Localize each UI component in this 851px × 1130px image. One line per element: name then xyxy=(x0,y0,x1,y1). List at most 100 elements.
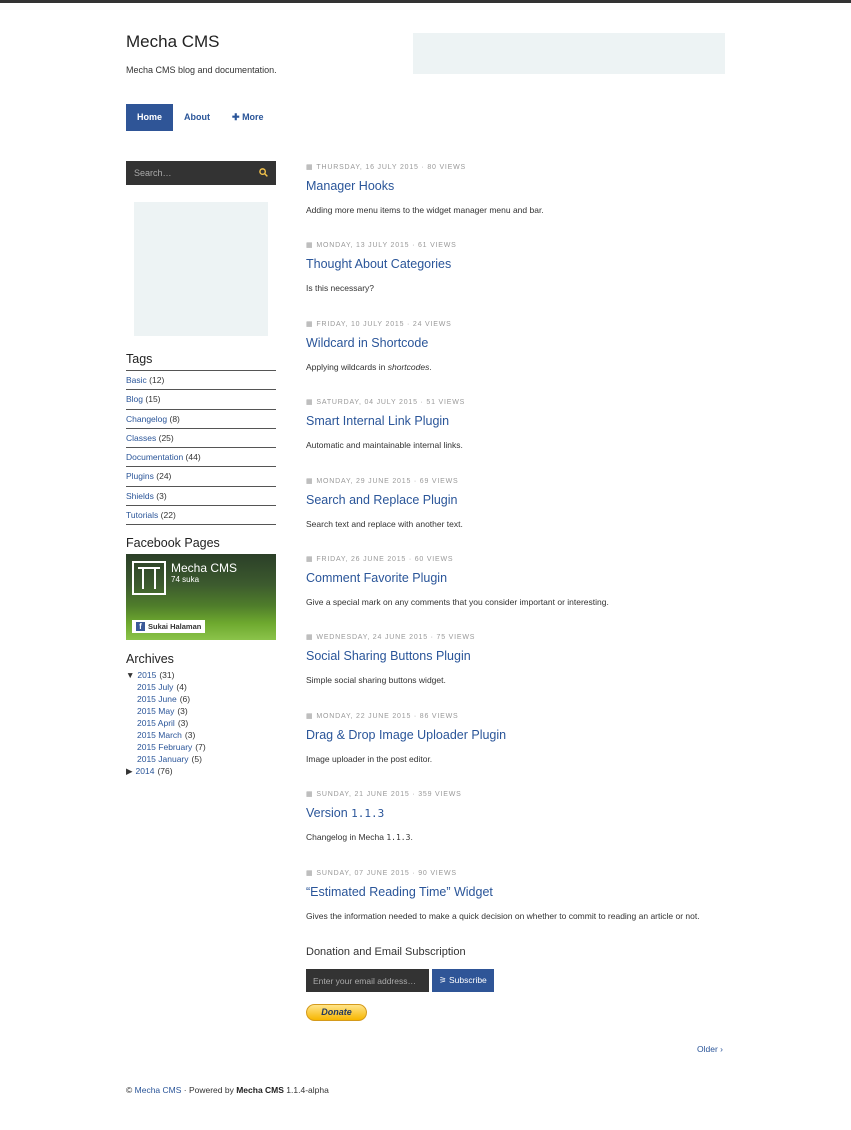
tag-link[interactable]: Changelog xyxy=(126,414,167,424)
search-icon[interactable] xyxy=(250,167,276,179)
subscribe-label: Subscribe xyxy=(448,975,487,985)
search-input[interactable] xyxy=(126,168,244,178)
archives-title: Archives xyxy=(126,652,174,666)
tag-link[interactable]: Basic xyxy=(126,375,147,385)
post-meta: ▦ Monday, 22 June 2015 · 86 Views xyxy=(306,712,726,721)
subscribe-button[interactable]: ⚞ Subscribe xyxy=(432,969,494,992)
older-posts-link[interactable]: Older › xyxy=(697,1044,723,1054)
archive-month-link[interactable]: 2015 March xyxy=(137,729,182,741)
nav-about[interactable]: About xyxy=(173,104,221,131)
archive-count: (3) xyxy=(184,730,196,740)
archive-month-link[interactable]: 2015 May xyxy=(137,705,174,717)
post-item: ▦ Monday, 29 June 2015 · 69 Views Search … xyxy=(306,477,726,530)
email-field[interactable] xyxy=(306,969,429,992)
archive-month: 2015 March (3) xyxy=(137,729,276,741)
archive-month-link[interactable]: 2015 February xyxy=(137,741,192,753)
post-item: ▦ Friday, 26 June 2015 · 60 Views Comment… xyxy=(306,555,726,608)
calendar-icon: ▦ xyxy=(306,164,314,171)
archive-year: ▶ 2014 (76) xyxy=(126,765,276,777)
tag-item: Basic (12) xyxy=(126,371,276,391)
tag-count: (12) xyxy=(149,375,165,385)
facebook-page-box[interactable]: Mecha CMS 74 suka f Sukai Halaman xyxy=(126,554,276,640)
archive-month-link[interactable]: 2015 July xyxy=(137,681,173,693)
tag-item: Blog (15) xyxy=(126,390,276,410)
donate-button[interactable]: Donate xyxy=(306,1004,367,1021)
post-title-link[interactable]: Manager Hooks xyxy=(306,179,394,193)
post-title-link[interactable]: Comment Favorite Plugin xyxy=(306,571,447,585)
post-title-link[interactable]: Drag & Drop Image Uploader Plugin xyxy=(306,728,506,742)
facebook-page-name[interactable]: Mecha CMS xyxy=(171,561,237,575)
nav-home[interactable]: Home xyxy=(126,104,174,131)
post-date-views: Saturday, 04 July 2015 · 51 Views xyxy=(316,398,466,406)
archive-count: (76) xyxy=(157,766,173,776)
tag-count: (3) xyxy=(156,490,167,501)
post-title-link[interactable]: Search and Replace Plugin xyxy=(306,493,458,507)
tag-link[interactable]: Classes xyxy=(126,433,156,443)
post-excerpt: Is this necessary? xyxy=(306,283,375,293)
post-excerpt: Search text and replace with another tex… xyxy=(306,519,463,529)
post-title-link[interactable]: Smart Internal Link Plugin xyxy=(306,414,449,428)
tag-count: (44) xyxy=(185,452,201,463)
post-date-views: Friday, 26 June 2015 · 60 Views xyxy=(316,555,454,563)
post-item: ▦ Monday, 13 July 2015 · 61 Views Thought… xyxy=(306,241,726,294)
tags-title: Tags xyxy=(126,352,153,366)
post-meta: ▦ Monday, 13 July 2015 · 61 Views xyxy=(306,241,726,250)
archive-count: (3) xyxy=(177,718,189,728)
calendar-icon: ▦ xyxy=(306,870,314,877)
tag-item: Classes (25) xyxy=(126,429,276,449)
archive-count: (7) xyxy=(195,742,206,752)
facebook-like-button[interactable]: f Sukai Halaman xyxy=(132,620,206,633)
post-meta: ▦ Sunday, 21 June 2015 · 359 Views xyxy=(306,790,726,799)
footer-site-link[interactable]: Mecha CMS xyxy=(135,1085,182,1095)
calendar-icon: ▦ xyxy=(306,791,314,798)
post-title-link[interactable]: “Estimated Reading Time” Widget xyxy=(306,885,493,899)
tag-count: (24) xyxy=(156,471,172,482)
tag-link[interactable]: Shields xyxy=(126,491,154,501)
archive-month-link[interactable]: 2015 January xyxy=(137,753,189,765)
calendar-icon: ▦ xyxy=(306,399,314,406)
tag-count: (25) xyxy=(158,432,174,443)
tag-link[interactable]: Blog xyxy=(126,394,143,404)
tag-count: (22) xyxy=(160,510,176,521)
post-title-link[interactable]: Version 1.1.3 xyxy=(306,806,384,820)
post-excerpt: Applying wildcards in shortcodes. xyxy=(306,362,432,372)
nav-more[interactable]: ✚ More xyxy=(221,104,275,131)
archive-month-link[interactable]: 2015 June xyxy=(137,693,177,705)
archive-year-link[interactable]: 2014 xyxy=(136,765,155,777)
archive-month-link[interactable]: 2015 April xyxy=(137,717,175,729)
post-title-link[interactable]: Wildcard in Shortcode xyxy=(306,336,428,350)
calendar-icon: ▦ xyxy=(306,242,314,249)
post-date-views: Friday, 10 July 2015 · 24 Views xyxy=(316,320,452,328)
post-meta: ▦ Friday, 26 June 2015 · 60 Views xyxy=(306,555,726,564)
post-excerpt: Simple social sharing buttons widget. xyxy=(306,675,446,685)
archive-count: (6) xyxy=(179,694,191,704)
site-title[interactable]: Mecha CMS xyxy=(126,32,220,52)
tag-count: (8) xyxy=(169,413,180,424)
post-item: ▦ Wednesday, 24 June 2015 · 75 Views Soci… xyxy=(306,633,726,686)
post-item: ▦ Monday, 22 June 2015 · 86 Views Drag & … xyxy=(306,712,726,765)
tag-link[interactable]: Documentation xyxy=(126,452,183,462)
archive-month: 2015 May (3) xyxy=(137,705,276,717)
post-excerpt: Automatic and maintainable internal link… xyxy=(306,440,463,450)
subscription-form: ⚞ Subscribe xyxy=(306,969,494,992)
copyright-symbol: © xyxy=(126,1085,133,1095)
post-title-link[interactable]: Social Sharing Buttons Plugin xyxy=(306,649,471,663)
post-meta: ▦ Thursday, 16 July 2015 · 80 Views xyxy=(306,163,726,172)
post-title-link[interactable]: Thought About Categories xyxy=(306,257,451,271)
tag-link[interactable]: Plugins xyxy=(126,471,154,481)
collapse-toggle-icon[interactable]: ▼ xyxy=(126,669,134,681)
post-excerpt: Give a special mark on any comments that… xyxy=(306,597,609,607)
calendar-icon: ▦ xyxy=(306,321,314,328)
archive-count: (4) xyxy=(176,682,187,692)
archive-year-link[interactable]: 2015 xyxy=(137,669,156,681)
footer: © Mecha CMS · Powered by Mecha CMS 1.1.4… xyxy=(126,1085,329,1095)
calendar-icon: ▦ xyxy=(306,478,314,485)
tag-item: Tutorials (22) xyxy=(126,506,276,526)
tag-link[interactable]: Tutorials xyxy=(126,510,158,520)
rss-icon: ⚞ xyxy=(439,975,449,985)
calendar-icon: ▦ xyxy=(306,556,314,563)
tag-item: Shields (3) xyxy=(126,487,276,507)
post-date-views: Wednesday, 24 June 2015 · 75 Views xyxy=(316,633,476,641)
expand-toggle-icon[interactable]: ▶ xyxy=(126,765,133,777)
post-date-views: Sunday, 21 June 2015 · 359 Views xyxy=(316,790,462,798)
